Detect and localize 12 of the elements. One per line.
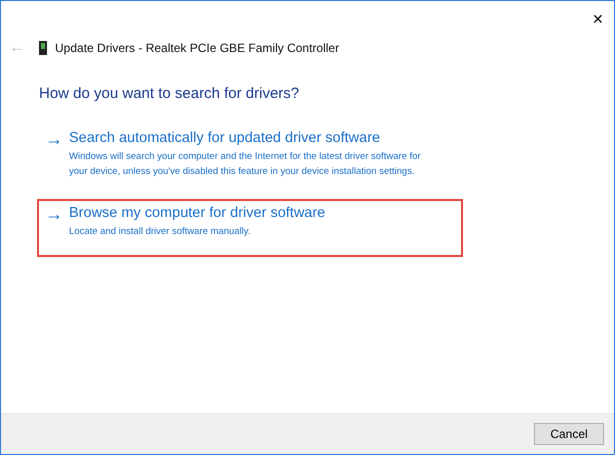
option-link[interactable]: → Browse my computer for driver software Locate and install driver software manually. [37,199,463,257]
option-title: Search automatically for updated driver software [69,130,382,146]
arrow-icon: → [45,130,63,179]
option-title: Browse my computer for driver software [69,205,326,221]
network-card-icon [39,41,47,55]
arrow-icon: → [45,205,63,239]
page-heading: How do you want to search for drivers? [39,85,300,102]
cancel-button[interactable]: Cancel [534,423,604,445]
option-description: Windows will search your computer and the Internet for the latest driver software for your device, unless you've disabled this feature in your device installation settings. [69,150,422,179]
option-description: Locate and install driver software manually. [69,225,252,239]
close-button[interactable]: ✕ [588,9,608,29]
window-title: Update Drivers - Realtek PCIe GBE Family Controller [55,41,340,55]
